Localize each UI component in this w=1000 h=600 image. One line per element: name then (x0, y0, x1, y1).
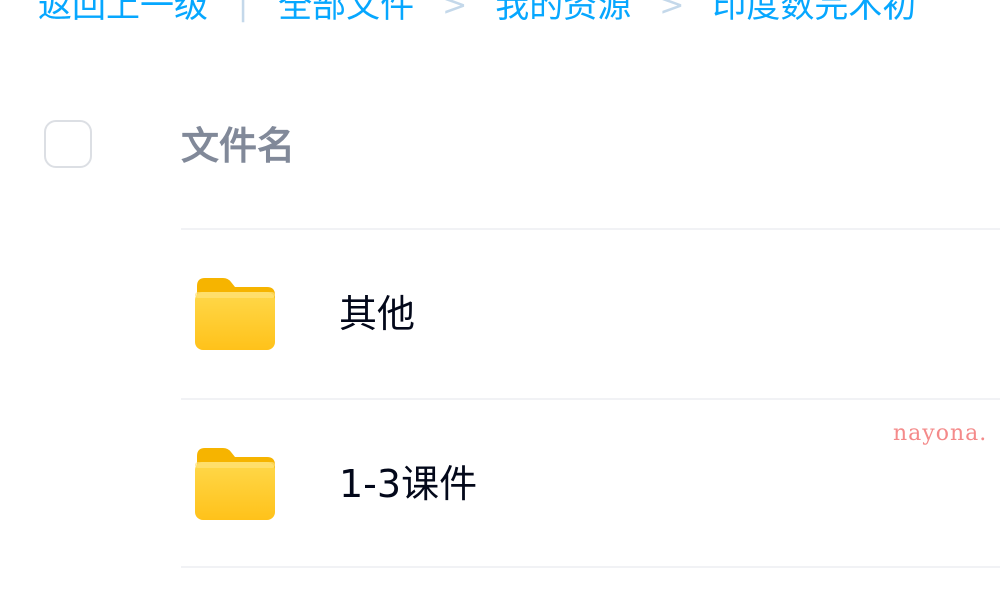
column-header-filename[interactable]: 文件名 (181, 124, 295, 168)
breadcrumb-divider: | (238, 0, 249, 23)
breadcrumb-current-folder[interactable]: 印度数完术初 (712, 0, 916, 28)
watermark-text: nayona. (893, 421, 988, 446)
folder-icon (195, 278, 275, 350)
breadcrumb-separator: > (659, 0, 685, 23)
folder-icon (195, 448, 275, 520)
breadcrumb-all-files[interactable]: 全部文件 (278, 0, 414, 28)
file-browser: 返回上一级 | 全部文件 > 我的资源 > 印度数完术初 文件名 其他 1-3课… (0, 0, 1000, 600)
file-name[interactable]: 1-3课件 (339, 460, 477, 508)
breadcrumb-separator: > (442, 0, 468, 23)
list-item-folder[interactable]: 1-3课件 (181, 400, 1000, 568)
file-name[interactable]: 其他 (339, 290, 415, 338)
back-to-parent-link[interactable]: 返回上一级 (38, 0, 208, 28)
list-item-folder[interactable]: 其他 (181, 230, 1000, 398)
breadcrumb: 返回上一级 | 全部文件 > 我的资源 > 印度数完术初 (38, 0, 916, 28)
row-divider (181, 566, 1000, 568)
select-all-checkbox[interactable] (44, 120, 92, 168)
breadcrumb-my-resources[interactable]: 我的资源 (495, 0, 631, 28)
